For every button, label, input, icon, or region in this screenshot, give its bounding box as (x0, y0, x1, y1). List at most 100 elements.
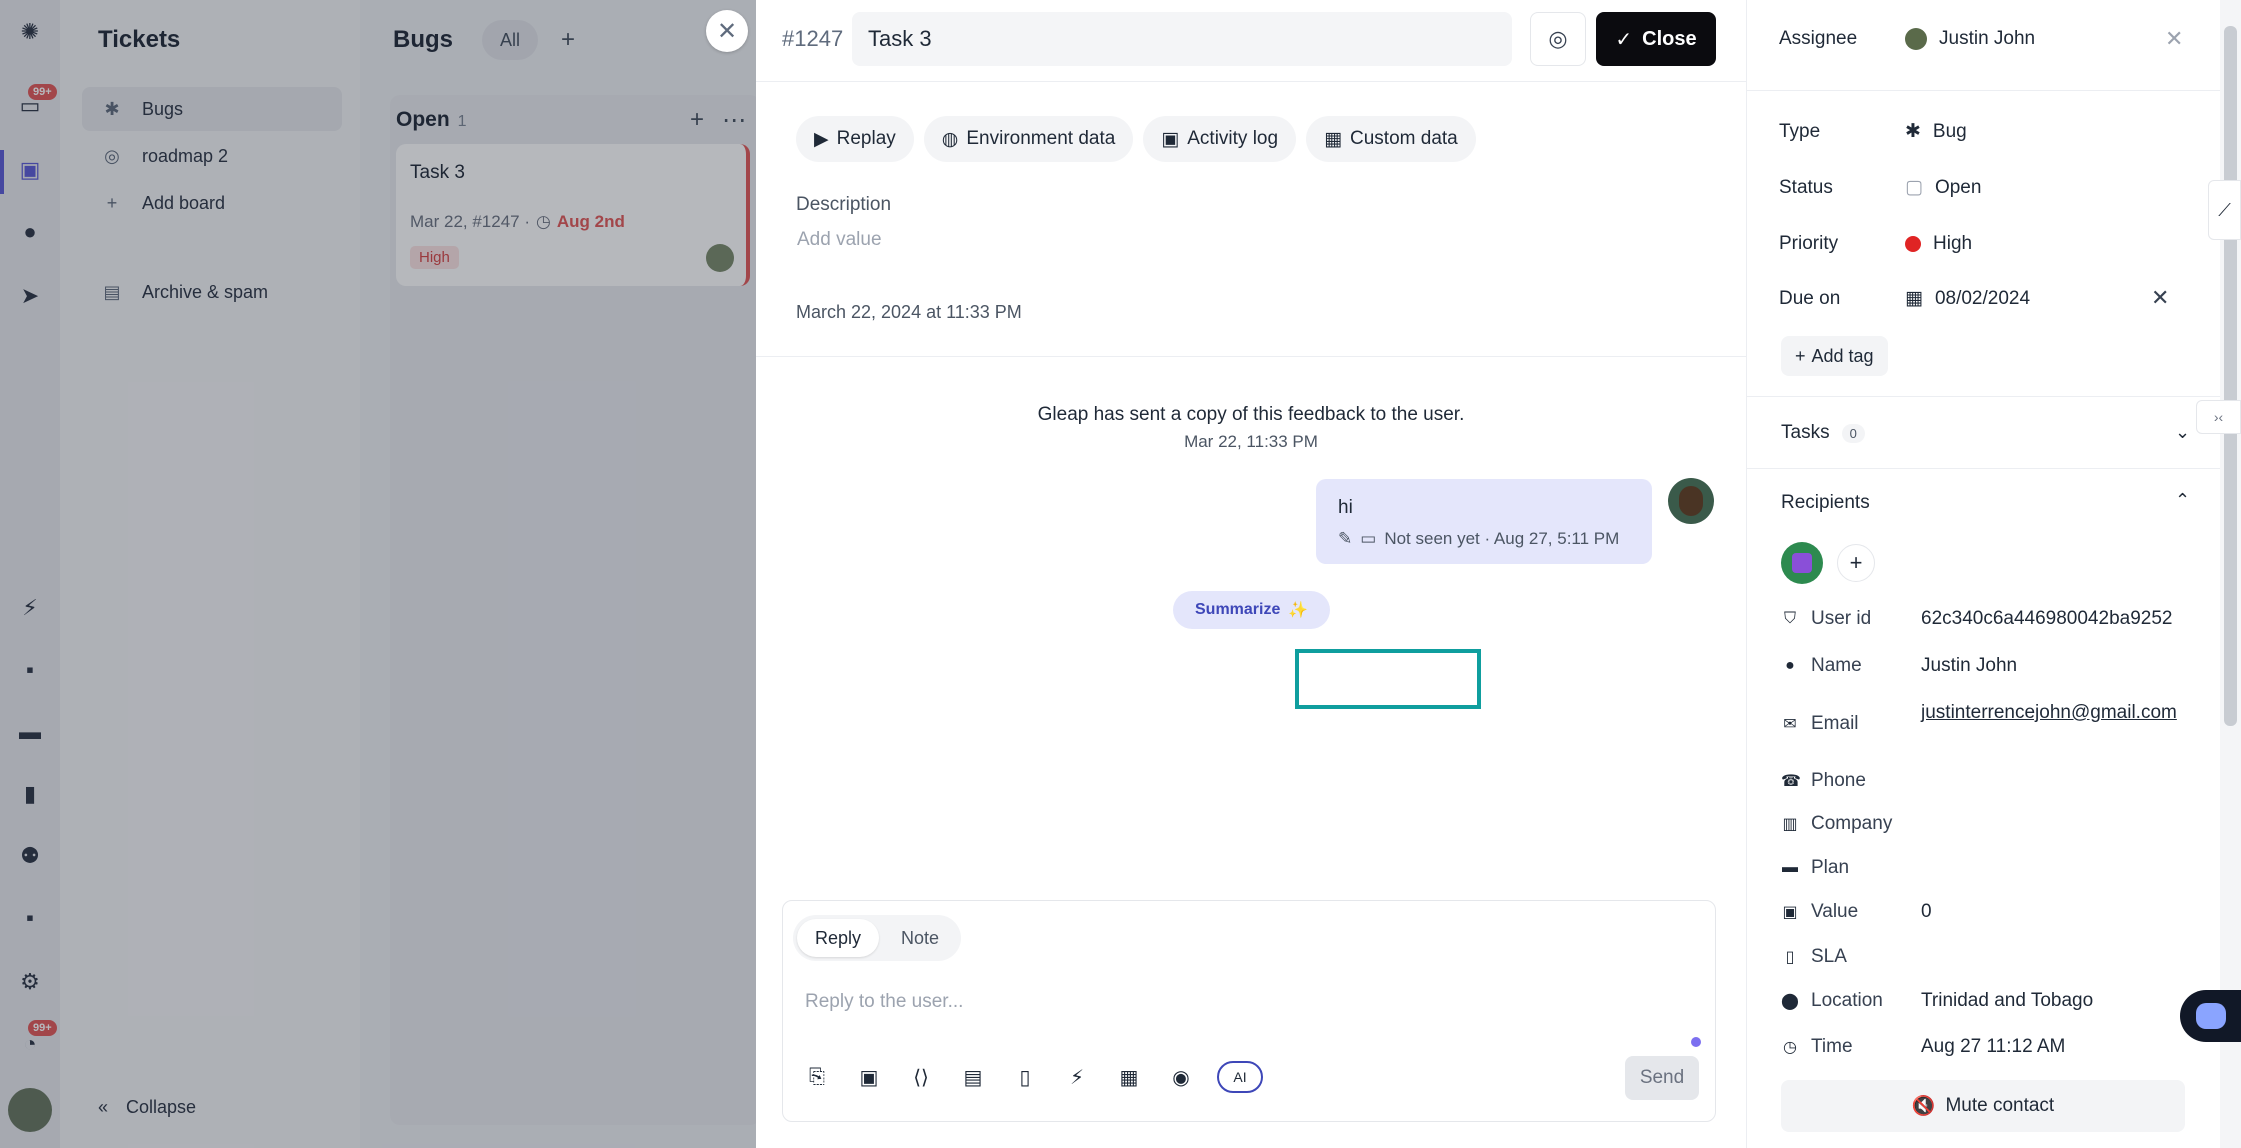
info-key: Plan (1811, 857, 1850, 878)
close-button[interactable]: ✓ Close (1596, 12, 1716, 66)
tab-label: Custom data (1350, 128, 1458, 149)
clipboard-icon[interactable]: ▤ (957, 1061, 989, 1093)
terminal-icon: ▣ (1161, 128, 1180, 150)
info-key: Email (1811, 713, 1859, 734)
recipients-header[interactable]: Recipients (1781, 492, 1870, 514)
mail-icon: ✉ (1783, 716, 1797, 733)
info-value: Justin John (1921, 655, 2018, 676)
assignee-label: Assignee (1779, 28, 1858, 49)
tab-replay[interactable]: ▶ Replay (796, 116, 914, 162)
message-meta: ✎ ▭ Not seen yet · Aug 27, 5:11 PM (1338, 529, 1630, 549)
tab-label: Environment data (966, 128, 1116, 149)
recipient-avatar[interactable] (1781, 542, 1823, 584)
building-icon: ▥ (1782, 816, 1798, 833)
gif-icon[interactable]: ▣ (853, 1061, 885, 1093)
plus-icon: + (1795, 345, 1806, 366)
info-time: ◷ Time Aug 27 11:12 AM (1781, 1036, 2065, 1058)
status-row: Status ▢ Open (1779, 176, 1981, 199)
status-select[interactable]: ▢ Open (1905, 176, 1981, 199)
ticket-details-sidebar: Assignee Justin John ✕ Type ✱ Bug Status … (1746, 0, 2221, 1148)
visibility-toggle-button[interactable]: ◎ (1530, 12, 1586, 66)
info-sla: ▯ SLA (1781, 946, 1921, 968)
email-link[interactable]: justinterrencejohn@gmail.com (1921, 701, 2185, 725)
info-value: Aug 27 11:12 AM (1921, 1036, 2066, 1057)
info-location: ⬤ Location Trinidad and Tobago (1781, 990, 2093, 1012)
translate-icon[interactable]: ▦ (1113, 1061, 1145, 1093)
due-value: 08/02/2024 (1934, 287, 2031, 309)
tasks-header[interactable]: Tasks 0 (1781, 422, 1865, 444)
data-tabs: ▶ Replay ◍ Environment data ▣ Activity log … (796, 116, 1476, 162)
reply-mode-toggle: Reply Note (793, 915, 962, 961)
mute-icon: 🔇 (1911, 1096, 1936, 1117)
info-key: Company (1811, 813, 1893, 834)
comment-icon[interactable]: ▭ (1360, 529, 1376, 549)
divider (1747, 468, 2221, 469)
edge-tool-icon[interactable]: ⟋ (2208, 180, 2241, 240)
description-field[interactable]: Add value (797, 229, 882, 251)
type-select[interactable]: ✱ Bug (1905, 120, 1967, 143)
assignee-select[interactable]: Justin John (1905, 28, 2035, 50)
chevron-up-icon[interactable]: ⌃ (2175, 490, 2190, 511)
ticket-panel: #1247 Task 3 ◎ ✓ Close ▶ Replay ◍ Environm… (756, 0, 1746, 1148)
scrollbar-thumb[interactable] (2224, 26, 2237, 726)
info-key: Value (1811, 901, 1859, 922)
modal-backdrop[interactable] (0, 0, 756, 1148)
close-modal-button[interactable]: ✕ (706, 10, 748, 52)
add-tag-button[interactable]: + Add tag (1781, 336, 1888, 376)
message-bubble: hi ✎ ▭ Not seen yet · Aug 27, 5:11 PM (1316, 479, 1652, 564)
type-value: Bug (1932, 120, 1967, 142)
note-tab[interactable]: Note (883, 919, 957, 957)
book-icon[interactable]: ▯ (1009, 1061, 1041, 1093)
eye-off-icon: ◎ (1548, 26, 1568, 51)
ticket-number: #1247 (782, 26, 844, 51)
reply-input[interactable]: Reply to the user... (805, 991, 963, 1013)
person-icon: ● (1785, 657, 1795, 674)
info-value: Trinidad and Tobago (1921, 990, 2094, 1011)
globe-icon: ◍ (941, 128, 959, 150)
reply-tab[interactable]: Reply (797, 919, 880, 957)
due-date-input[interactable]: ▦ 08/02/2024 (1905, 287, 2030, 310)
chevron-down-icon[interactable]: ⌄ (2175, 422, 2190, 443)
attachment-icon[interactable]: ⎘ (801, 1061, 833, 1093)
send-button[interactable]: Send (1625, 1056, 1699, 1100)
expand-icon[interactable]: ›‹ (2196, 400, 2241, 434)
add-recipient-button[interactable]: + (1837, 544, 1875, 582)
priority-value: High (1933, 233, 1973, 254)
due-row: Due on ▦ 08/02/2024 (1779, 287, 2030, 310)
inbox-icon: ▢ (1905, 177, 1923, 198)
tab-custom-data[interactable]: ▦ Custom data (1306, 116, 1476, 162)
bulb-icon[interactable]: ◉ (1165, 1061, 1197, 1093)
bolt-icon[interactable]: ⚡ (1061, 1061, 1093, 1093)
info-key: Name (1811, 655, 1862, 676)
priority-select[interactable]: High (1905, 233, 1972, 255)
play-icon: ▶ (814, 128, 829, 150)
divider (1747, 396, 2221, 397)
created-date: March 22, 2024 at 11:33 PM (796, 302, 1022, 322)
card-icon: ▬ (1782, 859, 1798, 876)
tab-environment[interactable]: ◍ Environment data (923, 116, 1134, 162)
mute-contact-button[interactable]: 🔇 Mute contact (1781, 1080, 2185, 1132)
panel-header: #1247 Task 3 ◎ ✓ Close (756, 0, 1746, 82)
priority-row: Priority High (1779, 233, 1972, 255)
ticket-title-input[interactable]: Task 3 (852, 12, 1512, 66)
summarize-button[interactable]: Summarize ✨ (1173, 591, 1331, 629)
info-key: Time (1811, 1036, 1853, 1057)
code-icon[interactable]: ⟨⟩ (905, 1061, 937, 1093)
info-value: 62c340c6a446980042ba9252 (1921, 608, 2173, 629)
info-email: ✉ Email justinterrencejohn@gmail.com (1781, 701, 2185, 735)
phone-icon: ☎ (1781, 773, 1801, 790)
pencil-icon[interactable]: ✎ (1338, 529, 1352, 549)
clear-assignee-icon[interactable]: ✕ (2165, 26, 2183, 52)
ai-button[interactable]: AI (1217, 1061, 1263, 1093)
info-name: ● Name Justin John (1781, 655, 2017, 677)
tasks-count: 0 (1841, 423, 1865, 443)
chatbot-launcher[interactable] (2180, 990, 2241, 1042)
message-avatar (1668, 478, 1714, 524)
tab-label: Replay (836, 128, 896, 149)
scrollbar[interactable] (2220, 0, 2241, 1148)
tab-activity-log[interactable]: ▣ Activity log (1143, 116, 1297, 162)
system-message-date: Mar 22, 11:33 PM (1184, 432, 1318, 451)
table-icon: ▦ (1324, 128, 1343, 150)
system-message: Gleap has sent a copy of this feedback t… (1037, 404, 1465, 425)
clear-due-icon[interactable]: ✕ (2151, 285, 2169, 311)
